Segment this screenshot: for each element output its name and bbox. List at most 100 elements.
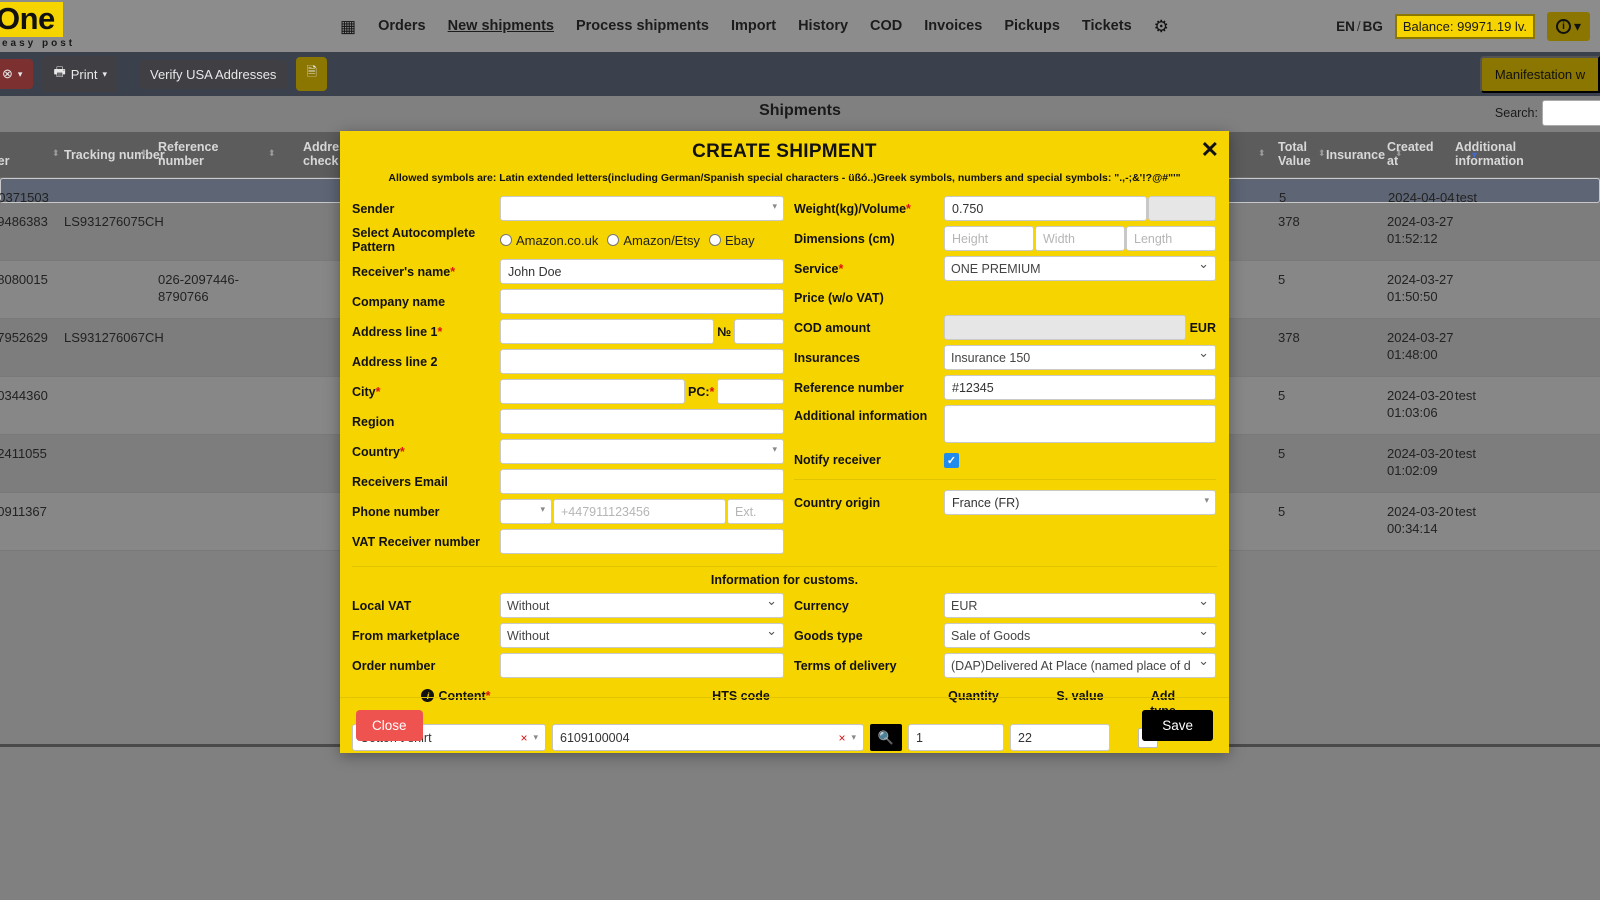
label-terms-of-delivery: Terms of delivery [794,658,897,673]
calculator-icon[interactable]: ▦ [340,18,356,35]
col-additional-information[interactable]: Additional information [1455,140,1524,168]
street-number-input[interactable] [734,319,784,344]
label-cod-amount: COD amount [794,320,871,335]
close-button[interactable]: Close [356,710,423,741]
field-company-name: Company name [352,289,784,314]
service-select[interactable] [944,256,1216,281]
col-tracking-number[interactable]: Tracking number [64,148,165,162]
terms-of-delivery-select[interactable] [944,653,1216,678]
cell-total: 378 [1278,214,1300,229]
print-button[interactable]: 🖶 Print ▾ [42,56,118,92]
verify-usa-addresses-button[interactable]: Verify USA Addresses [138,59,288,89]
country-origin-select[interactable] [944,490,1216,515]
chevron-down-icon: ▾ [1573,17,1581,34]
balance-badge: Balance: 99971.19 lv. [1394,13,1535,39]
sender-select[interactable] [500,196,784,221]
field-reference-number: Reference number [794,375,1216,400]
logo-subtitle: easy post [2,37,76,49]
reference-number-input[interactable] [944,375,1216,400]
col-total-value[interactable]: Total Value [1278,140,1311,168]
sort-icon-tracking[interactable]: ⬍ [140,148,148,159]
cell-tracking: LS931276075CH [64,214,164,229]
from-marketplace-select[interactable] [500,623,784,648]
nav-right-group: EN / BG Balance: 99971.19 lv. i ▾ [1336,0,1590,52]
label-additional-information: Additional information [794,409,928,423]
nav-item-orders[interactable]: Orders [378,18,426,34]
nav-item-process-shipments[interactable]: Process shipments [576,18,709,34]
user-menu-button[interactable]: i ▾ [1546,11,1590,41]
sort-icon-total[interactable]: ⬍ [1258,148,1266,159]
modal-allowed-symbols-note: Allowed symbols are: Latin extended lett… [388,172,1181,184]
col-insurance[interactable]: Insurance [1326,148,1385,162]
cell-number: 97952629 [0,330,48,345]
field-phone-number: Phone number [352,499,784,524]
sort-icon-reference[interactable]: ⬍ [268,148,276,159]
gear-icon[interactable]: ⚙ [1154,18,1169,35]
width-input[interactable] [1035,226,1125,251]
cancel-shipment-button[interactable]: ⊗ ▾ [0,59,34,89]
field-weight-volume: Weight(kg)/Volume* [794,196,1216,221]
order-number-input[interactable] [500,653,784,678]
field-currency: Currency [794,593,1216,618]
nav-item-pickups[interactable]: Pickups [1004,18,1060,34]
label-goods-type: Goods type [794,628,863,643]
file-download-icon: 🗎 [306,64,317,79]
vat-receiver-number-input[interactable] [500,529,784,554]
nav-item-cod[interactable]: COD [870,18,902,34]
weight-input[interactable] [944,196,1147,221]
region-input[interactable] [500,409,784,434]
nav-item-tickets[interactable]: Tickets [1082,18,1132,34]
local-vat-select[interactable] [500,593,784,618]
radio-ebay[interactable]: Ebay [708,233,755,248]
app-logo[interactable]: One easy post [0,2,76,52]
lang-bg[interactable]: BG [1363,19,1383,34]
phone-country-code-select[interactable] [500,499,552,524]
radio-amazon-etsy[interactable]: Amazon/Etsy [607,233,700,248]
phone-number-input[interactable] [553,499,726,524]
label-price: Price (w/o VAT) [794,291,884,305]
length-input[interactable] [1126,226,1216,251]
cell-created: 2024-03-20 01:02:09 [1387,446,1454,478]
save-button[interactable]: Save [1142,710,1213,741]
notify-receiver-checkbox[interactable]: ✓ [944,452,959,468]
cell-total: 378 [1278,330,1300,345]
company-name-input[interactable] [500,289,784,314]
volume-input [1148,196,1216,221]
sort-icon-number[interactable]: ⬍ [52,148,60,159]
goods-type-select[interactable] [944,623,1216,648]
receiver-name-input[interactable] [500,259,784,284]
height-input[interactable] [944,226,1034,251]
chevron-down-icon: ▾ [102,68,107,79]
field-receivers-email: Receivers Email [352,469,784,494]
receivers-email-input[interactable] [500,469,784,494]
city-input[interactable] [500,379,685,404]
address-line-1-input[interactable] [500,319,715,344]
radio-amazon-couk[interactable]: Amazon.co.uk [500,233,598,248]
col-number[interactable]: nber [0,140,9,168]
language-switcher[interactable]: EN / BG [1336,19,1383,34]
label-company-name: Company name [352,294,446,309]
close-icon[interactable]: ✕ [1201,139,1219,161]
manifestation-button[interactable]: Manifestation w [1480,55,1600,93]
col-created-at[interactable]: Created at [1387,140,1434,168]
currency-select[interactable] [944,593,1216,618]
lang-en[interactable]: EN [1336,19,1355,34]
nav-item-import[interactable]: Import [731,18,776,34]
label-from-marketplace: From marketplace [352,628,460,643]
insurances-select[interactable] [944,345,1216,370]
additional-information-textarea[interactable] [944,405,1216,443]
postal-code-input[interactable] [717,379,784,404]
label-reference-number: Reference number [794,380,904,395]
col-reference-number[interactable]: Reference number [158,140,218,168]
nav-item-invoices[interactable]: Invoices [924,18,982,34]
nav-item-new-shipments[interactable]: New shipments [448,18,554,34]
export-file-button[interactable]: 🗎 [296,57,327,91]
field-address-line-2: Address line 2 [352,349,784,374]
search-input[interactable] [1542,100,1600,126]
address-line-2-input[interactable] [500,349,784,374]
cod-currency-label: EUR [1189,320,1216,335]
country-select[interactable] [500,439,784,464]
sort-icon-total2[interactable]: ⬍ [1318,148,1326,159]
nav-item-history[interactable]: History [798,18,848,34]
phone-extension-input[interactable] [727,499,784,524]
